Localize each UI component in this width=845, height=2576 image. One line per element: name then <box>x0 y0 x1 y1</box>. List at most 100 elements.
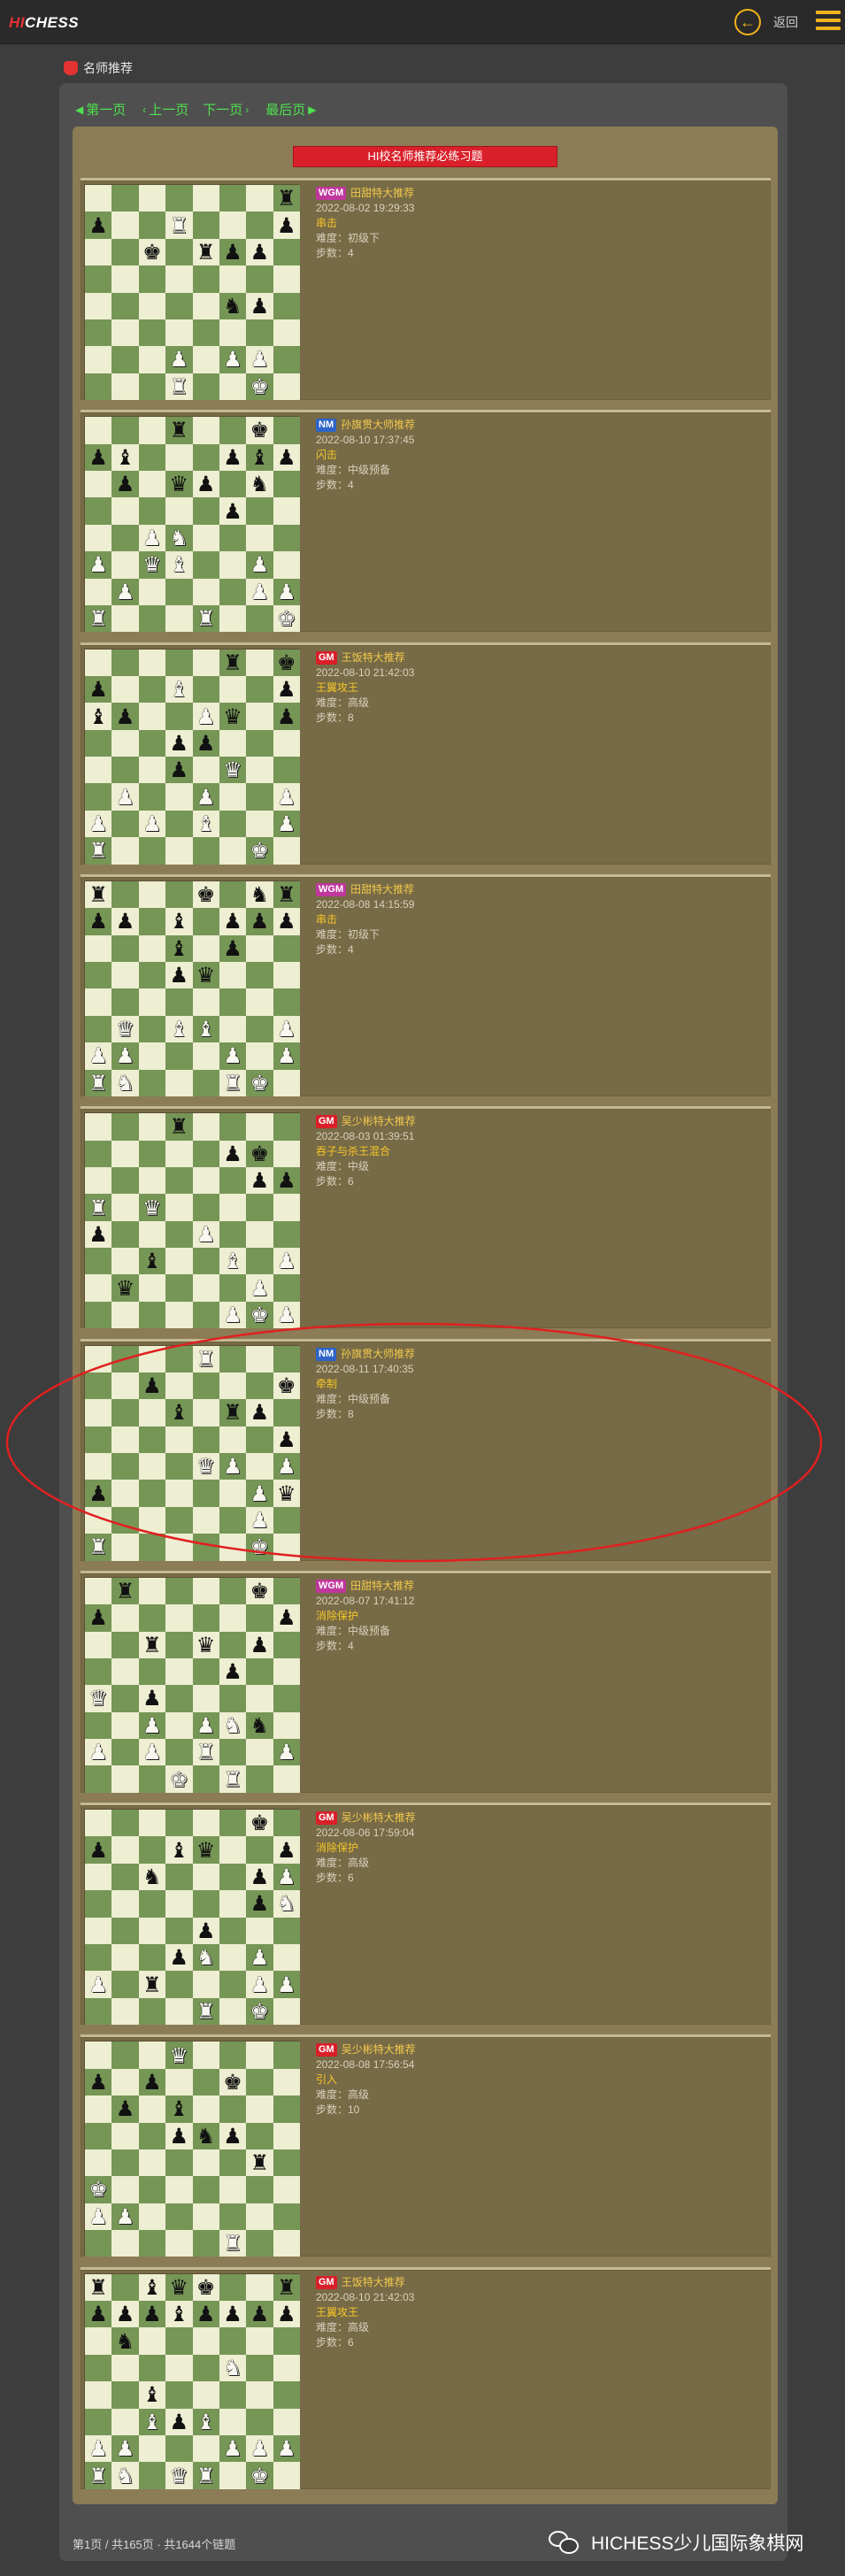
board-square <box>219 265 247 293</box>
board-square: ♟ <box>111 908 139 935</box>
board-square <box>138 2434 166 2463</box>
board-square <box>85 1166 112 1195</box>
chess-board[interactable]: ♜ ♟ ♚ ♟ ♟ ♜ ♛ ♟ ♟ ♝ ♝ ♟ ♛ ♟ ♟ ♚ ♟ <box>84 1112 300 1329</box>
puzzle-card[interactable]: ♜ ♟ ♚ ♟ ♟ ♜ ♛ ♟ ♟ ♝ ♝ ♟ ♛ ♟ ♟ ♚ ♟ GM 吴少彬特大推荐 2022-08-03 01:… <box>81 1106 771 1329</box>
black-king-icon: ♚ <box>196 2274 216 2300</box>
chess-board[interactable]: ♜ ♚ ♟ ♟ ♜ ♛ ♟ ♟ ♛ ♟ ♟ ♟ ♞ ♞ ♟ ♟ ♜ ♟ ♚ ♜ <box>84 1576 300 1793</box>
board-square <box>192 524 219 552</box>
hamburger-menu-icon[interactable] <box>816 11 841 32</box>
puzzle-date: 2022-08-03 01:39:51 <box>316 1130 415 1143</box>
black-pawn-icon: ♟ <box>277 212 296 238</box>
author-link[interactable]: 吴少彬特大推荐 <box>342 2042 416 2057</box>
board-square <box>246 962 273 989</box>
board-square: ♚ <box>246 1534 273 1561</box>
black-rook-icon: ♜ <box>142 1972 162 1997</box>
puzzle-card[interactable]: ♜ ♚ ♟ ♝ ♟ ♝ ♟ ♟ ♛ ♟ ♞ ♟ ♟ ♞ ♟ ♛ ♝ ♟ ♟ ♟ ♟ ♜ ♜ ♚ NM 孙旗贯大师推荐 2022-08… <box>81 410 771 633</box>
site-logo[interactable]: HICHESS <box>9 14 79 32</box>
board-square <box>138 2122 166 2149</box>
chess-board[interactable]: ♜ ♟ ♜ ♟ ♚ ♜ ♟ ♟ ♞ ♟ ♟ ♟ ♟ ♜ ♚ <box>84 184 300 400</box>
white-rook-icon: ♜ <box>88 1534 108 1560</box>
pagination-summary: 第1页 / 共165页 · 共1644个链题 <box>73 2538 236 2551</box>
board-square <box>273 524 300 552</box>
back-button[interactable]: ← 返回 <box>734 9 798 35</box>
board-square <box>192 1685 219 1712</box>
board-square <box>246 1372 273 1400</box>
author-link[interactable]: 吴少彬特大推荐 <box>342 1811 416 1826</box>
board-square <box>246 1836 273 1864</box>
author-link[interactable]: 王饭特大推荐 <box>342 2275 405 2290</box>
author-link[interactable]: 孙旗贯大师推荐 <box>341 1347 415 1362</box>
puzzle-card[interactable]: ♚ ♟ ♝ ♛ ♟ ♞ ♟ ♟ ♟ ♞ ♟ ♟ ♞ ♟ ♟ ♜ ♟ ♟ ♜ ♚ GM 吴少彬特大推荐 2022-08-06 … <box>81 1803 771 2026</box>
black-king-icon: ♚ <box>250 1811 270 1836</box>
puzzle-card[interactable]: ♜ ♟ ♚ ♝ ♜ ♟ ♟ ♛ ♟ ♟ ♟ ♟ ♛ ♟ ♜ ♚ NM 孙旗贯大师推荐 2022-08-11 17:4… <box>81 1338 771 1561</box>
last-page-link[interactable]: 最后页 ▶ <box>265 100 319 119</box>
board-square <box>138 1480 166 1507</box>
board-square <box>138 1399 166 1426</box>
board-square <box>192 757 219 784</box>
puzzle-card[interactable]: ♜ ♚ ♟ ♟ ♜ ♛ ♟ ♟ ♛ ♟ ♟ ♟ ♞ ♞ ♟ ♟ ♜ ♟ ♚ ♜ WGM 田甜特大推荐 2022-08-07 … <box>81 1570 771 1793</box>
black-rook-icon: ♜ <box>223 650 242 675</box>
author-link[interactable]: 田甜特大推荐 <box>350 1579 414 1594</box>
board-square: ♚ <box>246 837 273 865</box>
board-square <box>165 1166 193 1195</box>
board-square <box>111 2408 139 2435</box>
author-link[interactable]: 田甜特大推荐 <box>350 186 414 201</box>
board-square <box>273 1685 300 1712</box>
board-square <box>111 1711 139 1740</box>
board-square: ♚ <box>192 880 219 909</box>
board-square <box>219 1863 247 1891</box>
author-link[interactable]: 田甜特大推荐 <box>350 882 414 897</box>
board-square: ♜ <box>192 1345 219 1373</box>
board-square <box>85 417 112 444</box>
chess-board[interactable]: ♜ ♚ ♟ ♝ ♟ ♝ ♟ ♟ ♛ ♟ ♞ ♟ ♟ ♞ ♟ ♛ ♝ ♟ ♟ ♟ ♟ ♜ ♜ ♚ <box>84 416 300 633</box>
board-square <box>246 2068 273 2096</box>
next-page-link[interactable]: 下一页 › <box>203 100 251 119</box>
board-square: ♛ <box>111 1015 139 1043</box>
chess-board[interactable]: ♜ ♚ ♟ ♝ ♟ ♝ ♟ ♟ ♛ ♟ ♟ ♟ ♟ ♛ ♟ ♟ ♟ ♟ ♟ ♝ ♟ ♜ ♚ <box>84 648 300 865</box>
chess-board[interactable]: ♚ ♟ ♝ ♛ ♟ ♞ ♟ ♟ ♟ ♞ ♟ ♟ ♞ ♟ ♟ ♜ ♟ ♟ ♜ ♚ <box>84 1809 300 2026</box>
first-page-link[interactable]: ◀ 第一页 <box>73 100 126 119</box>
white-queen-icon: ♛ <box>88 1686 108 1711</box>
author-link[interactable]: 吴少彬特大推荐 <box>342 1114 416 1129</box>
puzzle-card[interactable]: ♜ ♚ ♞ ♜ ♟ ♟ ♝ ♟ ♟ ♟ ♝ ♟ ♟ ♛ ♛ ♝ ♝ ♟ ♟ ♟ ♟ ♟ ♜ ♞ ♜ ♚ WGM 田甜特大推荐 2022-… <box>81 873 771 1096</box>
chess-board[interactable]: ♛ ♟ ♟ ♚ ♟ ♝ ♟ ♞ ♟ ♜ ♚ ♟ ♟ ♜ <box>84 2041 300 2257</box>
board-square <box>111 211 139 239</box>
puzzle-card[interactable]: ♛ ♟ ♟ ♚ ♟ ♝ ♟ ♞ ♟ ♜ ♚ ♟ ♟ ♜ GM 吴少彬特大推荐 2022-08-08 17:56:… <box>81 2034 771 2257</box>
black-bishop-icon: ♝ <box>169 2096 189 2122</box>
board-square <box>246 2327 273 2355</box>
board-square <box>111 1810 139 1837</box>
board-square <box>192 1971 219 1998</box>
board-square <box>165 2068 193 2096</box>
board-square <box>138 346 166 373</box>
puzzle-difficulty: 难度：中级预备 <box>316 464 391 477</box>
puzzle-card[interactable]: ♜ ♟ ♜ ♟ ♚ ♜ ♟ ♟ ♞ ♟ ♟ ♟ ♟ ♜ ♚ WGM 田甜特大推荐 2022-08-02 19:29… <box>81 178 771 400</box>
board-square <box>192 265 219 293</box>
board-square <box>192 1863 219 1891</box>
breadcrumb-label: 名师推荐 <box>83 61 133 75</box>
title-badge: NM <box>316 419 337 433</box>
board-square <box>219 417 247 444</box>
puzzle-steps: 步数：8 <box>316 711 354 724</box>
board-square <box>192 1166 219 1195</box>
board-square <box>219 185 247 212</box>
board-square: ♟ <box>192 2301 219 2328</box>
board-square <box>273 373 300 400</box>
board-square <box>85 1301 112 1329</box>
board-square <box>138 2462 166 2489</box>
chess-board[interactable]: ♜ ♚ ♞ ♜ ♟ ♟ ♝ ♟ ♟ ♟ ♝ ♟ ♟ ♛ ♛ ♝ ♝ ♟ ♟ ♟ ♟ ♟ ♜ ♞ ♜ ♚ <box>84 880 300 1096</box>
board-square: ♜ <box>219 1399 247 1426</box>
board-square <box>165 2230 193 2257</box>
board-square: ♛ <box>165 2462 193 2489</box>
author-link[interactable]: 王饭特大推荐 <box>342 650 405 665</box>
board-square <box>165 1890 193 1918</box>
chess-board[interactable]: ♜ ♟ ♚ ♝ ♜ ♟ ♟ ♛ ♟ ♟ ♟ ♟ ♛ ♟ ♜ ♚ <box>84 1344 300 1561</box>
prev-page-link[interactable]: ‹ 上一页 <box>140 100 188 119</box>
white-pawn-icon: ♟ <box>277 1016 296 1042</box>
white-king-icon: ♚ <box>250 373 270 399</box>
author-link[interactable]: 孙旗贯大师推荐 <box>341 418 415 433</box>
board-square: ♟ <box>85 2068 112 2096</box>
board-square <box>192 551 219 579</box>
puzzle-card[interactable]: ♜ ♝ ♛ ♚ ♜ ♟ ♟ ♟ ♝ ♟ ♟ ♟ ♟ ♞ ♞ ♝ ♝ ♟ ♝ ♟ ♟ ♟ ♟ ♟ ♜ ♞ ♛ ♜ ♚ GM 王饭特大推荐 202… <box>81 2266 771 2489</box>
chess-board[interactable]: ♜ ♝ ♛ ♚ ♜ ♟ ♟ ♟ ♝ ♟ ♟ ♟ ♟ ♞ ♞ ♝ ♝ ♟ ♝ ♟ ♟ ♟ ♟ ♟ ♜ ♞ ♛ ♜ ♚ <box>84 2272 300 2489</box>
puzzle-card[interactable]: ♜ ♚ ♟ ♝ ♟ ♝ ♟ ♟ ♛ ♟ ♟ ♟ ♟ ♛ ♟ ♟ ♟ ♟ ♟ ♝ ♟ ♜ ♚ GM 王饭特大推荐 2022-08-1… <box>81 642 771 865</box>
